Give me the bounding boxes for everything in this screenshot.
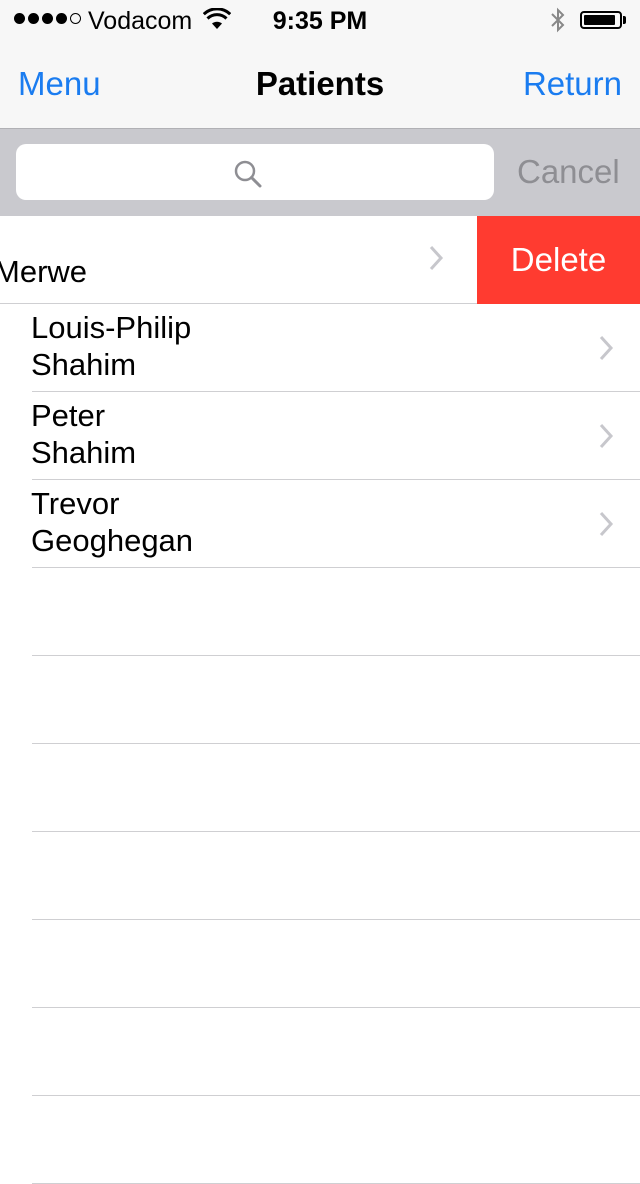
battery-tip bbox=[623, 16, 626, 24]
empty-row bbox=[0, 920, 640, 1008]
patient-row[interactable]: Peter Shahim bbox=[0, 392, 640, 480]
empty-row bbox=[0, 832, 640, 920]
empty-row bbox=[0, 656, 640, 744]
empty-row bbox=[0, 744, 640, 832]
empty-row bbox=[0, 1008, 640, 1096]
search-icon bbox=[234, 160, 262, 188]
empty-row bbox=[0, 568, 640, 656]
clock: 9:35 PM bbox=[272, 7, 368, 35]
patient-row[interactable]: Louis-Philip Shahim bbox=[0, 304, 640, 392]
patient-row[interactable]: Trevor Geoghegan bbox=[0, 480, 640, 568]
patient-last-name: Shahim bbox=[31, 347, 137, 382]
search-bar: Cancel bbox=[0, 128, 640, 216]
bluetooth-icon bbox=[551, 7, 565, 33]
chevron-right-icon bbox=[599, 423, 614, 449]
patient-row[interactable]: Merwe Delete bbox=[0, 216, 640, 304]
patient-name: Peter Shahim bbox=[31, 397, 136, 471]
patient-last-name: Shahim bbox=[31, 435, 137, 470]
patient-name: Louis-Philip Shahim bbox=[31, 309, 191, 383]
patient-name: Merwe bbox=[0, 253, 87, 290]
patient-name: Trevor Geoghegan bbox=[31, 485, 193, 559]
patient-first-name: Peter bbox=[31, 398, 106, 433]
navigation-bar: Menu Patients Return bbox=[0, 40, 640, 128]
cancel-button[interactable]: Cancel bbox=[517, 153, 620, 191]
chevron-right-icon bbox=[429, 245, 444, 271]
chevron-right-icon bbox=[599, 511, 614, 537]
patient-first-name: Louis-Philip bbox=[31, 310, 192, 345]
patient-last-name: Geoghegan bbox=[31, 523, 194, 558]
patient-first-name: Trevor bbox=[31, 486, 120, 521]
return-button[interactable]: Return bbox=[523, 65, 622, 103]
delete-button[interactable]: Delete bbox=[477, 216, 640, 304]
empty-row bbox=[0, 1096, 640, 1184]
patients-list: Merwe Delete Louis-Philip Shahim Peter Sha… bbox=[0, 216, 640, 1184]
battery-level bbox=[584, 15, 615, 25]
patient-last-name: Merwe bbox=[0, 254, 88, 289]
status-bar: Vodacom 9:35 PM bbox=[0, 0, 640, 40]
battery-icon bbox=[580, 11, 622, 29]
chevron-right-icon bbox=[599, 335, 614, 361]
